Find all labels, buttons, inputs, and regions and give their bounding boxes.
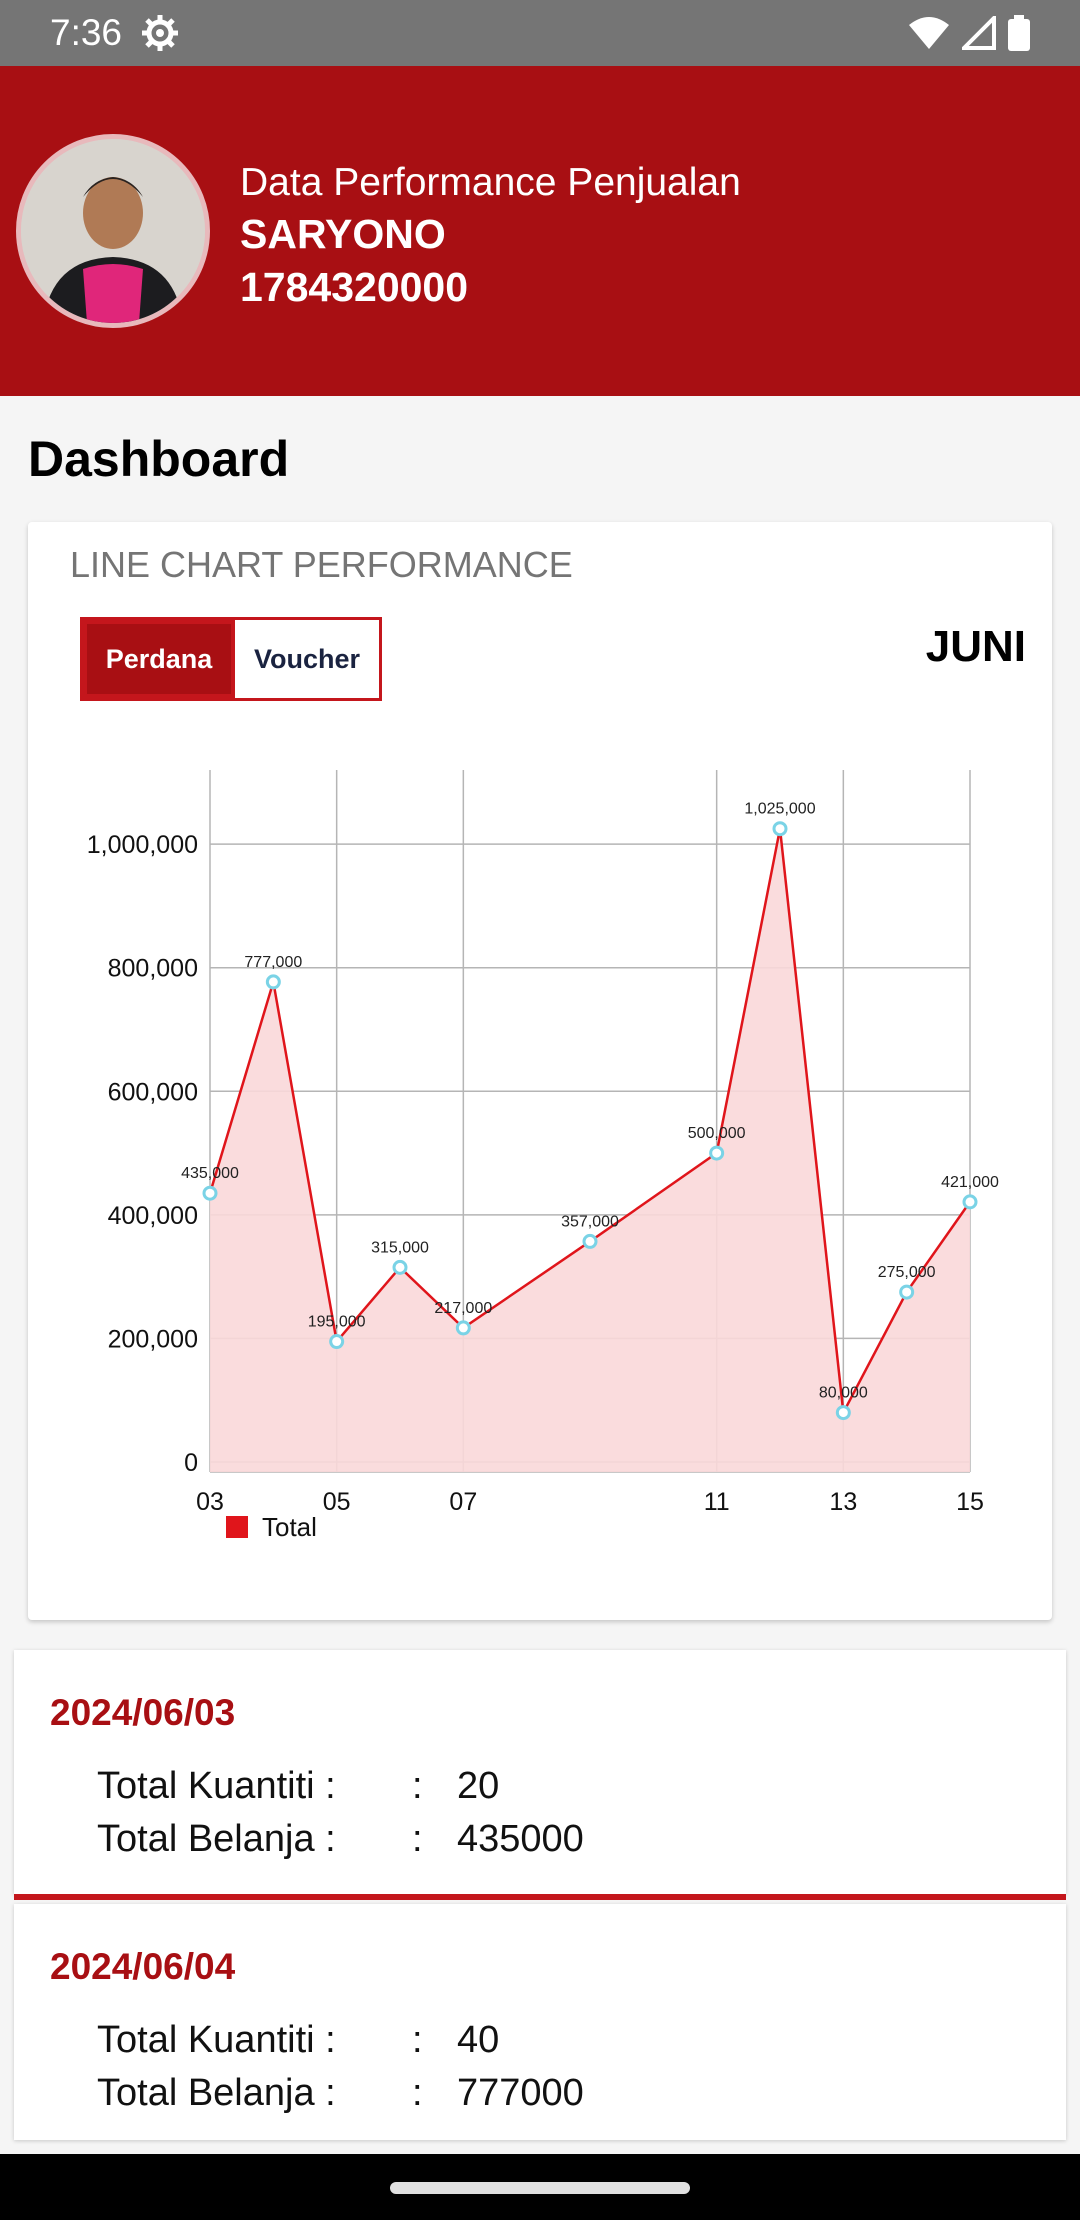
- page-title: Dashboard: [28, 431, 290, 487]
- entry-date: 2024/06/04: [50, 1946, 236, 1987]
- data-label: 357,000: [561, 1213, 619, 1230]
- y-tick-label: 200,000: [108, 1325, 198, 1353]
- x-tick-label: 13: [829, 1488, 857, 1516]
- x-tick-label: 11: [704, 1488, 730, 1516]
- data-point: [709, 1145, 725, 1161]
- spend-value: 435000: [457, 1818, 584, 1860]
- data-label: 421,000: [941, 1174, 999, 1191]
- cell-signal-icon: [962, 16, 996, 50]
- data-point: [835, 1405, 851, 1421]
- qty-separator: :: [412, 2019, 423, 2061]
- data-point: [899, 1284, 915, 1300]
- data-label: 777,000: [244, 954, 302, 971]
- spend-separator: :: [412, 1818, 423, 1860]
- avatar[interactable]: [16, 134, 210, 328]
- y-tick-label: 1,000,000: [87, 831, 198, 859]
- x-tick-label: 03: [196, 1488, 224, 1516]
- status-bar: 7:36: [0, 0, 1080, 66]
- data-point: [329, 1334, 345, 1350]
- data-point: [202, 1185, 218, 1201]
- y-tick-label: 0: [184, 1449, 198, 1477]
- spend-row: Total Belanja : : 777000: [97, 2072, 584, 2115]
- spend-value: 777000: [457, 2072, 584, 2114]
- battery-icon: [1008, 15, 1030, 51]
- y-tick-label: 800,000: [108, 955, 198, 983]
- header-subtitle: Data Performance Penjualan: [240, 161, 741, 204]
- qty-row: Total Kuantiti : : 20: [97, 1765, 499, 1808]
- data-label: 435,000: [181, 1165, 239, 1182]
- qty-separator: :: [412, 1765, 423, 1807]
- legend-label: Total: [262, 1512, 317, 1542]
- status-time: 7:36: [50, 12, 123, 53]
- data-label: 195,000: [308, 1314, 366, 1331]
- list-item[interactable]: 2024/06/03 Total Kuantiti : : 20 Total B…: [14, 1650, 1066, 1894]
- qty-value: 40: [457, 2019, 500, 2061]
- profile-header: Data Performance Penjualan SARYONO 17843…: [0, 66, 1080, 396]
- data-label: 275,000: [878, 1264, 936, 1281]
- x-tick-label: 07: [449, 1488, 477, 1516]
- wifi-icon: [909, 17, 949, 49]
- series-area: [210, 828, 970, 1472]
- y-tick-label: 400,000: [108, 1202, 198, 1230]
- data-point: [582, 1233, 598, 1249]
- entry-date: 2024/06/03: [50, 1692, 236, 1733]
- spend-label: Total Belanja :: [97, 1818, 336, 1860]
- avatar-photo: [21, 139, 205, 323]
- navigation-bar: [0, 2154, 1080, 2220]
- settings-gear-icon: [142, 15, 179, 51]
- legend-swatch: [226, 1516, 248, 1538]
- list-item[interactable]: 2024/06/04 Total Kuantiti : : 40 Total B…: [14, 1904, 1066, 2140]
- qty-row: Total Kuantiti : : 40: [97, 2019, 499, 2062]
- home-gesture-handle[interactable]: [390, 2182, 690, 2194]
- x-tick-label: 15: [956, 1488, 984, 1516]
- y-tick-label: 600,000: [108, 1078, 198, 1106]
- list-divider: [14, 1894, 1066, 1900]
- data-point: [392, 1259, 408, 1275]
- data-label: 1,025,000: [744, 801, 815, 818]
- user-id: 1784320000: [240, 264, 469, 310]
- qty-label: Total Kuantiti :: [97, 2019, 336, 2061]
- data-label: 500,000: [688, 1125, 746, 1142]
- x-tick-label: 05: [323, 1488, 351, 1516]
- spend-separator: :: [412, 2072, 423, 2114]
- line-chart-card: LINE CHART PERFORMANCE Perdana Voucher J…: [28, 522, 1052, 1620]
- data-label: 217,000: [434, 1300, 492, 1317]
- qty-value: 20: [457, 1765, 500, 1807]
- user-name: SARYONO: [240, 211, 446, 257]
- data-point: [962, 1194, 978, 1210]
- data-point: [455, 1320, 471, 1336]
- data-label: 315,000: [371, 1239, 429, 1256]
- data-point: [772, 821, 788, 837]
- data-label: 80,000: [819, 1385, 868, 1402]
- spend-row: Total Belanja : : 435000: [97, 1818, 584, 1861]
- data-point: [265, 974, 281, 990]
- qty-label: Total Kuantiti :: [97, 1765, 336, 1807]
- spend-label: Total Belanja :: [97, 2072, 336, 2114]
- line-chart: 0 200,000 400,000 600,000 800,000 1,000,000 03…: [87, 770, 999, 1542]
